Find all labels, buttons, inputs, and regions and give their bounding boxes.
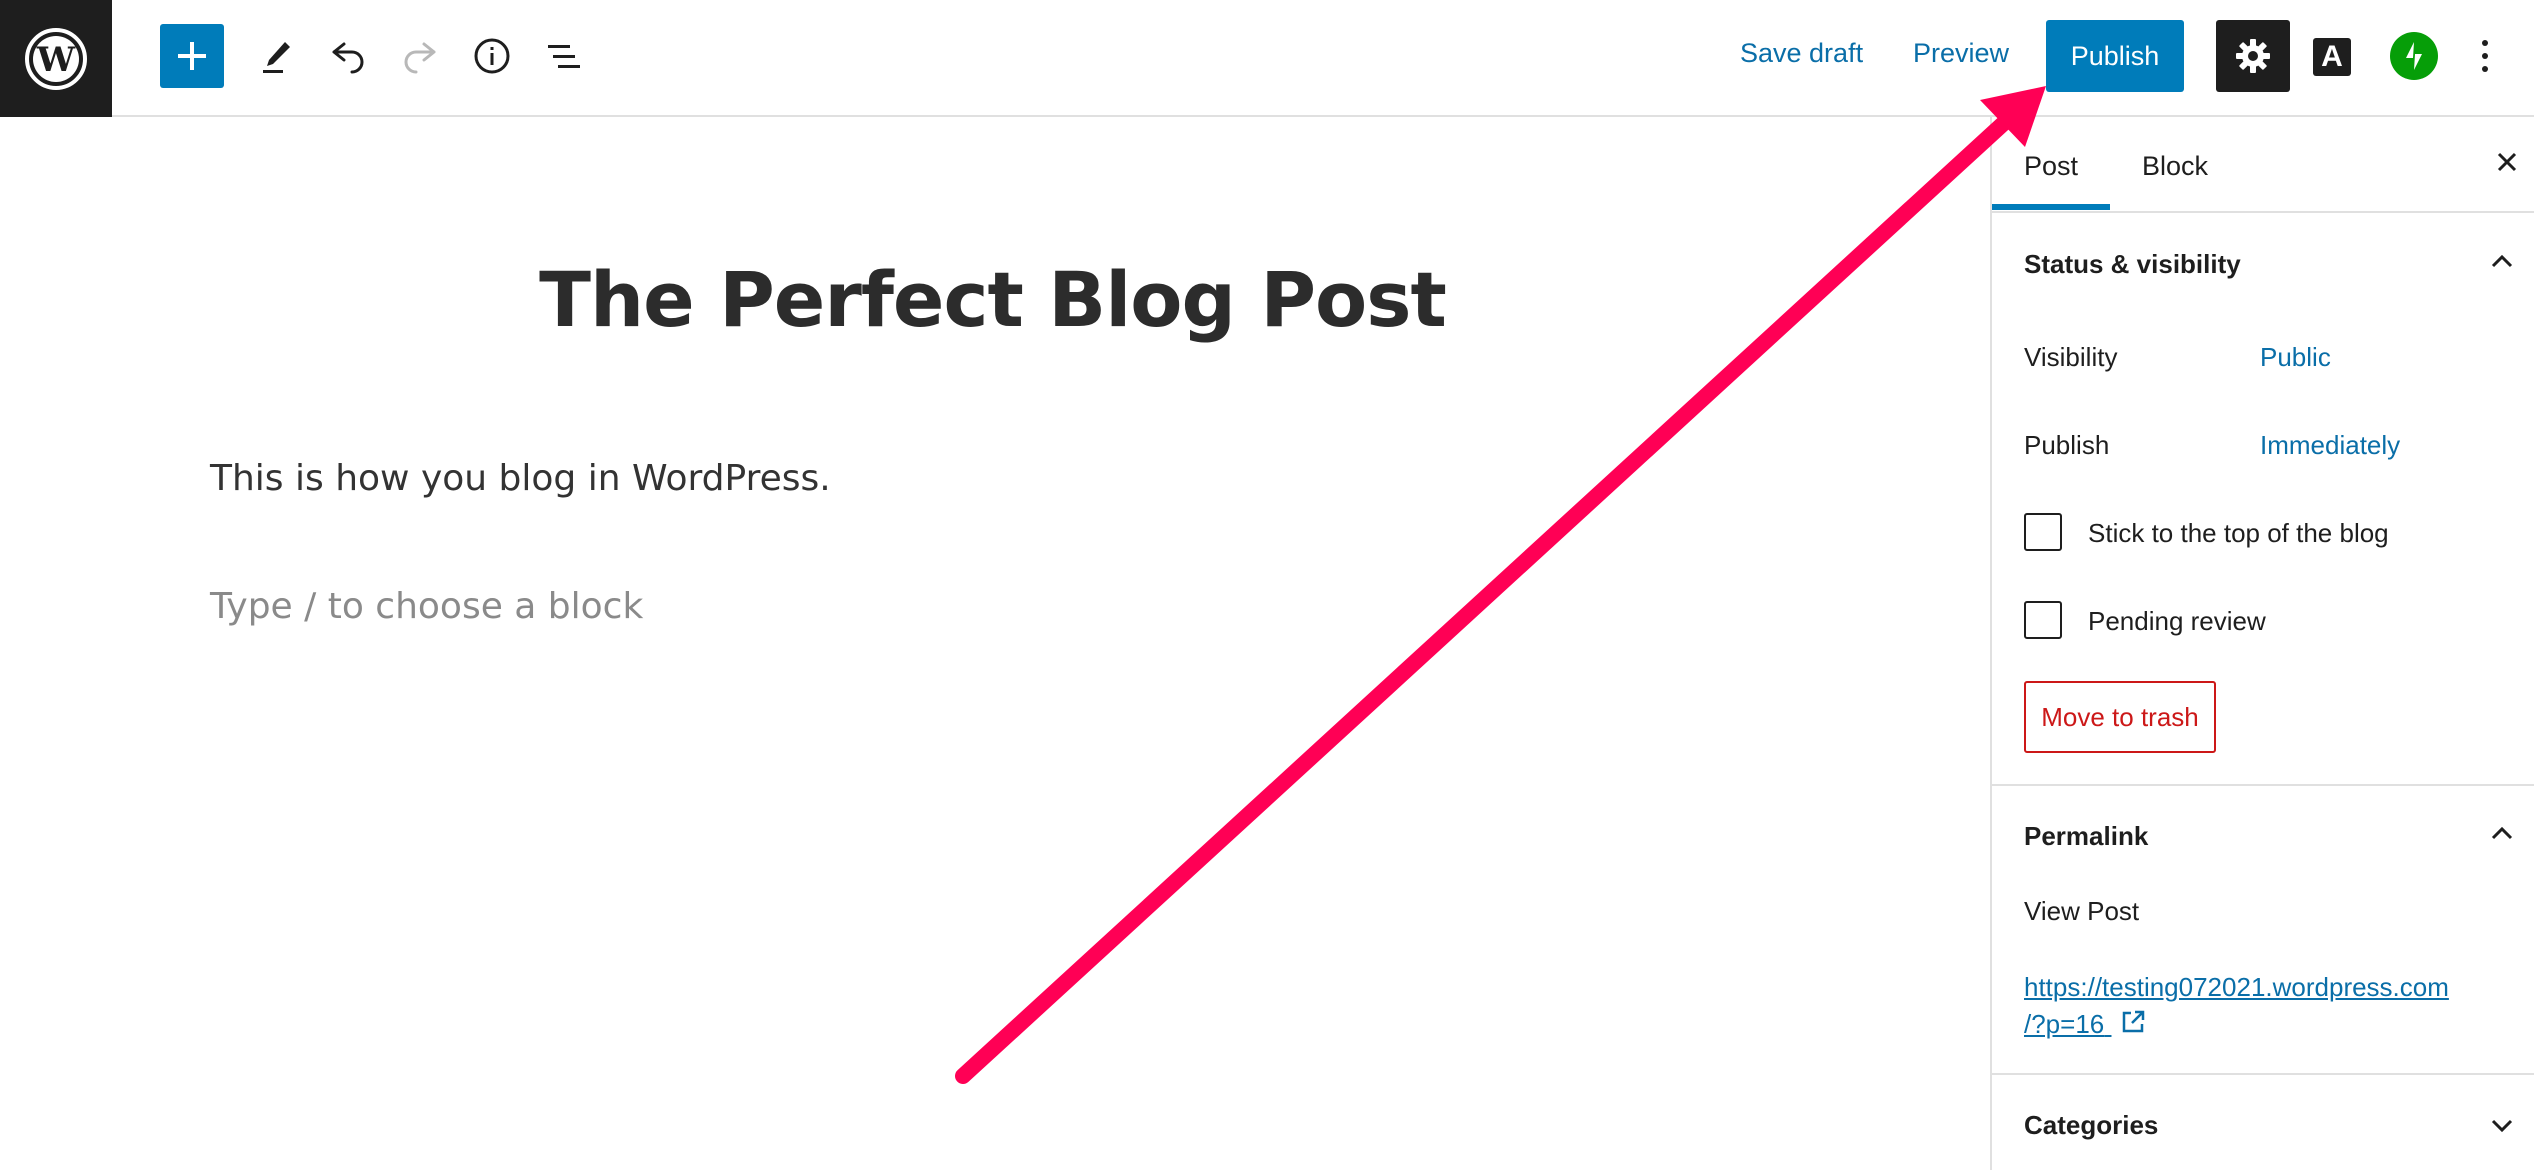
settings-sidebar: Post Block Status & visibility Visibilit… <box>1990 117 2534 1170</box>
chevron-up-icon[interactable] <box>2488 248 2516 276</box>
move-to-trash-button[interactable]: Move to trash <box>2024 681 2216 753</box>
publish-label: Publish <box>2024 430 2110 460</box>
pending-review-label[interactable]: Pending review <box>2088 606 2266 637</box>
svg-text:W: W <box>36 40 76 80</box>
panel-divider <box>1992 1073 2534 1075</box>
stick-to-top-checkbox[interactable] <box>2024 513 2062 551</box>
external-link-icon <box>2123 1010 2145 1033</box>
visibility-value[interactable]: Public <box>2260 342 2331 373</box>
active-tab-indicator <box>1992 204 2110 210</box>
editor-header: W Save draft Preview Publish A <box>0 0 2534 117</box>
close-icon[interactable] <box>2492 147 2522 177</box>
permalink-url-line1: https://testing072021.wordpress.com <box>2024 972 2449 1002</box>
wordpress-logo-icon[interactable]: W <box>0 0 112 117</box>
permalink-title[interactable]: Permalink <box>2024 821 2148 852</box>
gear-icon <box>2236 39 2270 73</box>
plus-icon <box>178 42 206 70</box>
edit-tool-button[interactable] <box>245 20 309 92</box>
sidebar-tabs: Post Block <box>1992 117 2534 213</box>
chevron-up-icon[interactable] <box>2488 820 2516 848</box>
view-post-label: View Post <box>2024 896 2140 926</box>
list-view-button[interactable] <box>532 20 596 92</box>
publish-date-value[interactable]: Immediately <box>2260 430 2400 461</box>
block-inserter-button[interactable] <box>160 24 224 88</box>
list-view-icon <box>548 45 580 68</box>
redo-icon <box>404 42 436 74</box>
details-button[interactable] <box>460 20 524 92</box>
stick-to-top-label[interactable]: Stick to the top of the blog <box>2088 518 2389 549</box>
paragraph-block[interactable]: This is how you blog in WordPress. <box>210 458 831 499</box>
preview-button[interactable]: Preview <box>1913 38 2009 69</box>
chevron-down-icon[interactable] <box>2488 1111 2516 1139</box>
tab-block[interactable]: Block <box>2142 151 2208 182</box>
jetpack-icon[interactable] <box>2390 32 2438 80</box>
more-vertical-icon[interactable] <box>2470 30 2500 82</box>
undo-icon <box>332 42 364 74</box>
permalink-url-line2: /?p=16 <box>2024 1009 2105 1039</box>
visibility-label: Visibility <box>2024 342 2118 372</box>
post-title[interactable]: The Perfect Blog Post <box>0 255 1985 344</box>
status-visibility-title[interactable]: Status & visibility <box>2024 249 2241 280</box>
info-icon <box>474 38 510 74</box>
panel-divider <box>1992 784 2534 786</box>
publish-button[interactable]: Publish <box>2046 20 2184 92</box>
pending-review-checkbox[interactable] <box>2024 601 2062 639</box>
permalink-url[interactable]: https://testing072021.wordpress.com /?p=… <box>2024 969 2504 1043</box>
redo-button[interactable] <box>388 20 452 92</box>
undo-button[interactable] <box>316 20 380 92</box>
save-draft-button[interactable]: Save draft <box>1740 38 1863 69</box>
settings-button[interactable] <box>2216 20 2290 92</box>
block-placeholder[interactable]: Type / to choose a block <box>210 586 643 627</box>
tab-post[interactable]: Post <box>2024 151 2078 182</box>
categories-title[interactable]: Categories <box>2024 1110 2158 1141</box>
pencil-icon <box>263 42 290 73</box>
font-settings-button[interactable]: A <box>2313 38 2351 76</box>
